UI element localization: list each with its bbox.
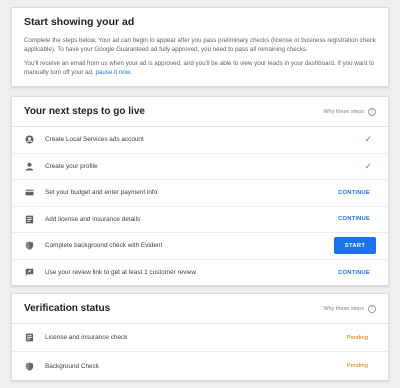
why-these-steps-link[interactable]: Why these steps ? [323, 107, 376, 116]
verification-header: Verification status Why these steps ? [12, 294, 388, 324]
intro-text: Complete the steps below. Your ad can be… [24, 36, 376, 77]
why-these-steps-label: Why these steps [323, 305, 364, 312]
next-steps-title: Your next steps to go live [24, 106, 145, 117]
step-label: Add license and insurance details [45, 215, 141, 223]
step-row-create-account[interactable]: Create Local Services ads account ✓ [12, 127, 388, 154]
step-label: Complete background check with Evident [45, 242, 163, 250]
checkmark-icon: ✓ [364, 134, 372, 145]
verification-label: Background Check [45, 362, 99, 370]
verification-status-card: Verification status Why these steps ? Li… [11, 293, 389, 381]
why-these-steps-label: Why these steps [323, 108, 364, 115]
intro-paragraph-1: Complete the steps below. Your ad can be… [24, 37, 376, 53]
document-icon [24, 333, 34, 343]
next-steps-card: Your next steps to go live Why these ste… [11, 96, 389, 286]
help-icon: ? [368, 304, 376, 313]
shield-icon [24, 241, 34, 251]
start-background-check-button[interactable]: START [334, 237, 376, 255]
person-icon [24, 161, 34, 171]
document-icon [24, 214, 34, 224]
verification-row-license[interactable]: License and insurance check Pending [12, 324, 388, 352]
intro-paragraph-2-end: . [129, 69, 132, 76]
intro-paragraph-2-text: You'll receive an email from us when you… [24, 60, 375, 76]
checkmark-icon: ✓ [364, 160, 372, 171]
why-these-steps-link[interactable]: Why these steps ? [323, 304, 376, 313]
intro-paragraph-2: You'll receive an email from us when you… [24, 59, 376, 77]
step-row-budget-payment[interactable]: Set your budget and enter payment info C… [12, 180, 388, 207]
pause-ad-link[interactable]: pause it now [95, 69, 129, 76]
step-row-background-check[interactable]: Complete background check with Evident S… [12, 233, 388, 260]
step-row-create-profile[interactable]: Create your profile ✓ [12, 154, 388, 180]
account-circle-icon [24, 135, 34, 145]
next-steps-header: Your next steps to go live Why these ste… [12, 97, 388, 127]
step-label: Create Local Services ads account [45, 136, 144, 144]
continue-license-button[interactable]: CONTINUE [338, 216, 370, 222]
intro-card: Start showing your ad Complete the steps… [11, 7, 389, 87]
step-row-license-insurance[interactable]: Add license and insurance details CONTIN… [12, 207, 388, 233]
help-icon: ? [368, 107, 376, 116]
step-row-review-link[interactable]: Use your review link to get at least 1 c… [12, 260, 388, 287]
review-icon [24, 268, 34, 278]
intro-title: Start showing your ad [24, 16, 135, 28]
step-label: Create your profile [45, 162, 98, 170]
verification-title: Verification status [24, 303, 111, 314]
credit-card-icon [24, 188, 34, 198]
status-badge: Pending [346, 363, 368, 369]
continue-review-button[interactable]: CONTINUE [338, 270, 370, 276]
step-label: Set your budget and enter payment info [45, 189, 158, 197]
step-label: Use your review link to get at least 1 c… [45, 269, 196, 277]
status-badge: Pending [346, 334, 368, 341]
verification-row-background[interactable]: Background Check Pending [12, 352, 388, 380]
shield-icon [24, 361, 34, 371]
verification-label: License and insurance check [45, 334, 128, 341]
continue-budget-button[interactable]: CONTINUE [338, 190, 370, 196]
